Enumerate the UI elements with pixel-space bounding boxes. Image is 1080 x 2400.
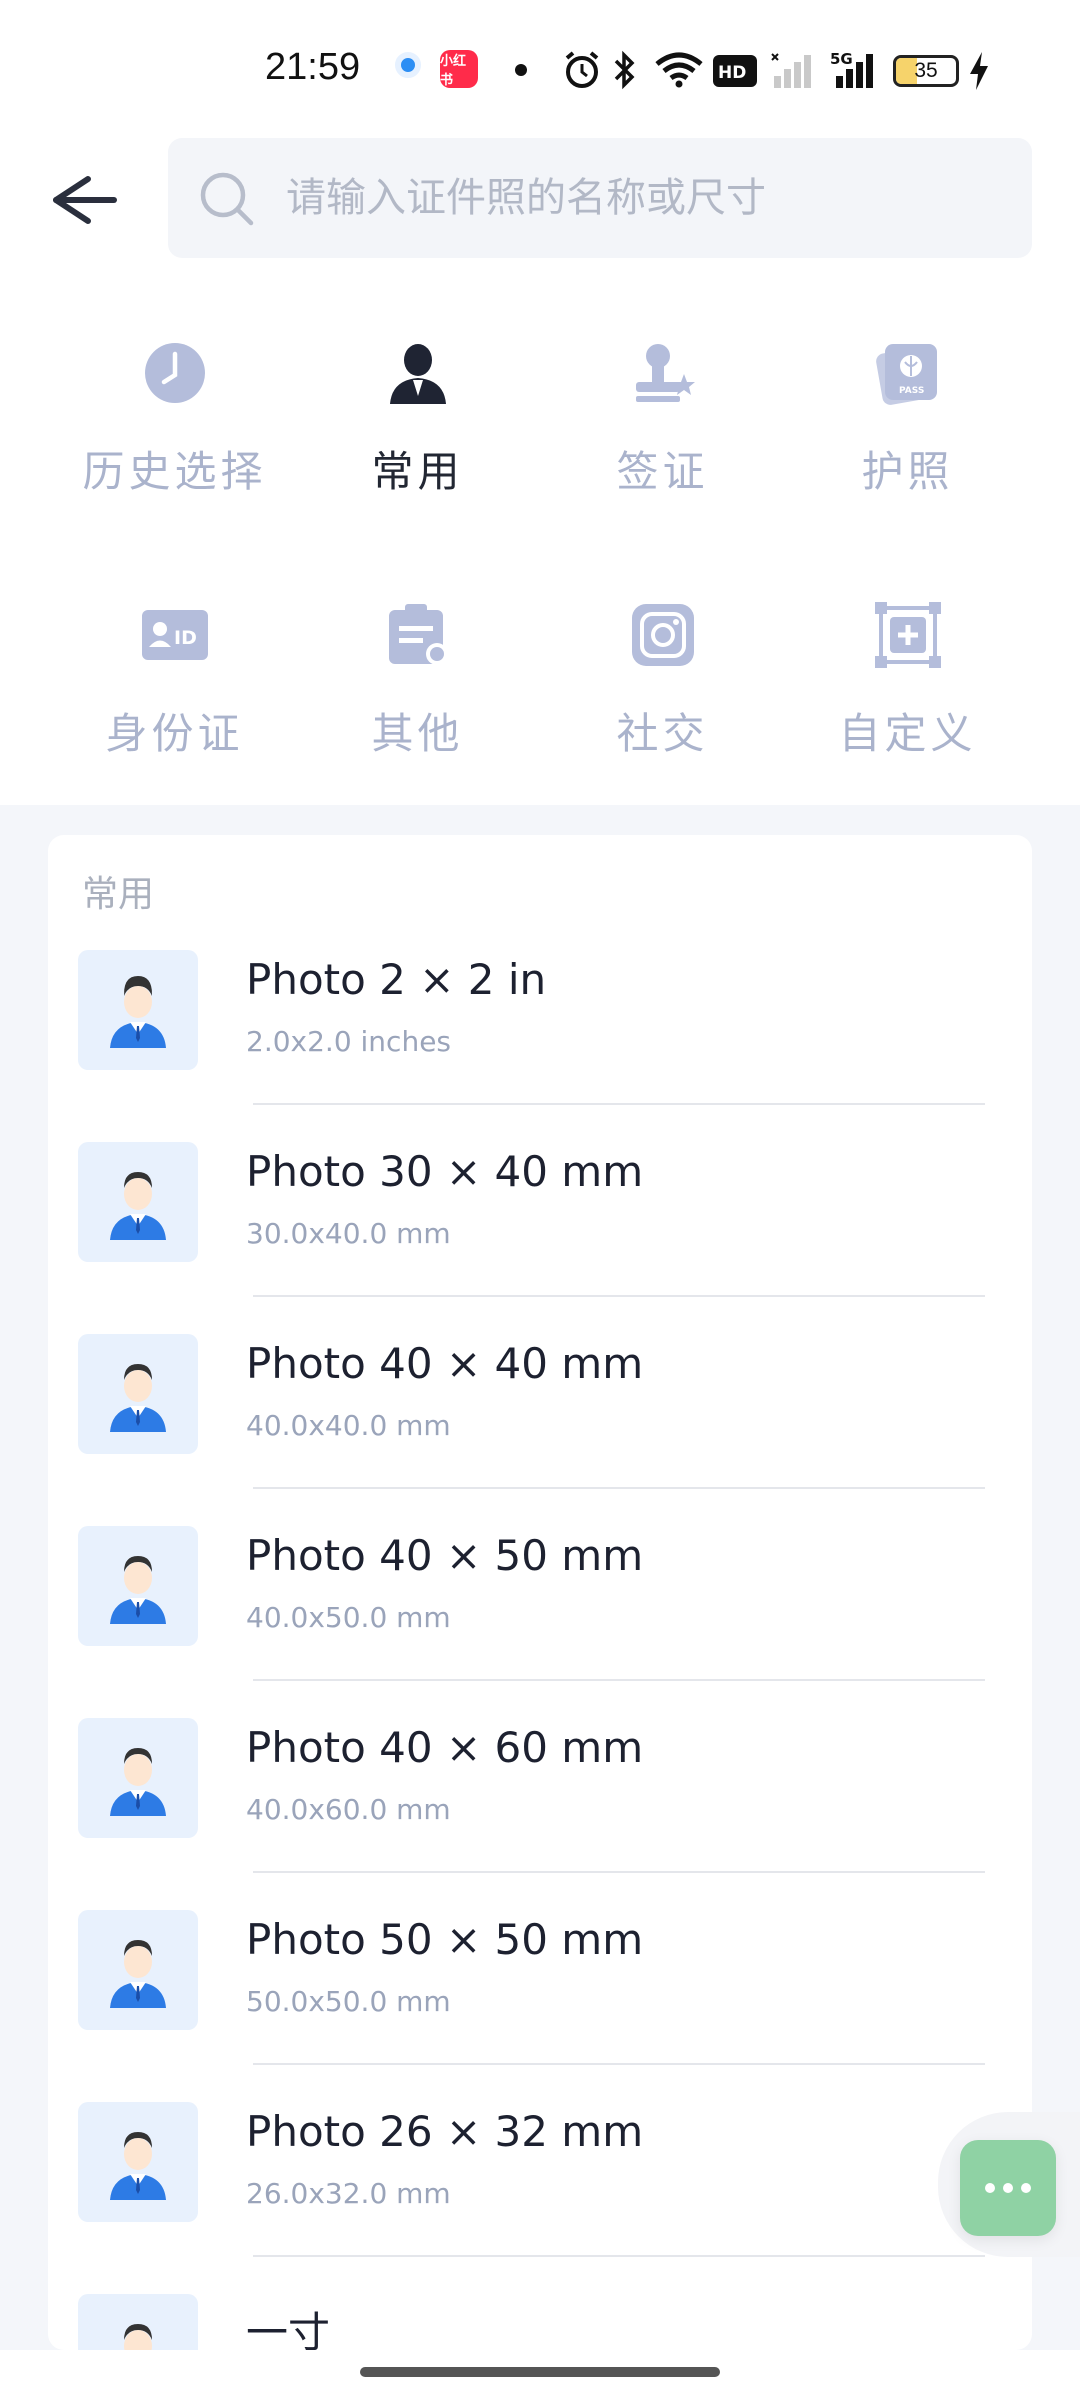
category-visa[interactable]: 签证	[540, 320, 785, 520]
clipboard-icon	[389, 604, 448, 665]
list-item[interactable]: Photo 40 × 40 mm 40.0x40.0 mm	[48, 1219, 1032, 1489]
alarm-icon	[565, 51, 599, 88]
battery-icon: 35	[893, 55, 959, 87]
charging-icon	[970, 52, 988, 90]
category-label: 护照	[861, 447, 954, 496]
history-clock-icon	[145, 343, 205, 403]
wifi-icon	[655, 52, 703, 88]
passport-icon: PASS	[876, 344, 937, 405]
category-social[interactable]: 社交	[540, 582, 785, 782]
category-label: 其他	[371, 709, 464, 758]
list-item[interactable]: Photo 26 × 32 mm 26.0x32.0 mm	[48, 1987, 1032, 2257]
home-indicator[interactable]	[360, 2367, 720, 2377]
battery-level: 35	[914, 59, 938, 82]
category-label: 常用	[371, 447, 464, 496]
item-title: Photo 26 × 32 mm	[246, 2107, 644, 2156]
app-notification-icon	[395, 52, 421, 78]
category-id-card[interactable]: ID 身份证	[52, 582, 297, 782]
category-label: 自定义	[838, 709, 977, 758]
visa-stamp-icon	[636, 344, 695, 402]
category-grid: 历史选择 常用 签证 PASS 护照 ID 身份证 其他 社交 自定义	[0, 320, 1080, 800]
item-title: Photo 40 × 50 mm	[246, 1531, 644, 1580]
item-title: Photo 2 × 2 in	[246, 955, 547, 1004]
category-label: 签证	[616, 447, 709, 496]
search-icon	[200, 172, 254, 226]
status-time: 21:59	[265, 46, 361, 88]
category-other[interactable]: 其他	[295, 582, 540, 782]
list-item[interactable]: Photo 50 × 50 mm 50.0x50.0 mm	[48, 1795, 1032, 2065]
category-common[interactable]: 常用	[295, 320, 540, 520]
signal-icon	[771, 53, 811, 88]
more-button[interactable]	[960, 2140, 1056, 2236]
id-card-icon: ID	[142, 610, 208, 660]
bluetooth-icon	[614, 50, 635, 90]
size-list-card: 常用 Photo 2 × 2 in 2.0x2.0 inches Photo 3…	[48, 835, 1032, 2350]
svg-text:ID: ID	[174, 627, 197, 649]
search-box[interactable]	[168, 138, 1032, 258]
category-custom[interactable]: 自定义	[785, 582, 1030, 782]
item-title: Photo 30 × 40 mm	[246, 1147, 644, 1196]
search-input[interactable]	[286, 138, 1006, 258]
hd-icon: HD	[713, 55, 757, 87]
instagram-icon	[632, 604, 694, 666]
list-item[interactable]: Photo 40 × 50 mm 40.0x50.0 mm	[48, 1411, 1032, 1681]
custom-frame-icon	[875, 602, 941, 668]
item-title: Photo 40 × 40 mm	[246, 1339, 644, 1388]
category-history[interactable]: 历史选择	[52, 320, 297, 520]
category-passport[interactable]: PASS 护照	[785, 320, 1030, 520]
person-avatar-icon	[124, 2324, 152, 2350]
category-label: 社交	[616, 709, 709, 758]
common-person-icon	[390, 344, 446, 404]
list-item[interactable]: Photo 2 × 2 in 2.0x2.0 inches	[48, 835, 1032, 1105]
more-dots-icon	[985, 2183, 1031, 2193]
list-item[interactable]: Photo 40 × 60 mm 40.0x60.0 mm	[48, 1603, 1032, 1873]
thumbnail	[78, 2294, 198, 2350]
category-label: 历史选择	[82, 447, 267, 496]
xiaohongshu-icon: 小红书	[440, 50, 478, 88]
item-title: Photo 40 × 60 mm	[246, 1723, 644, 1772]
item-title: Photo 50 × 50 mm	[246, 1915, 644, 1964]
list-item[interactable]: Photo 30 × 40 mm 30.0x40.0 mm	[48, 1027, 1032, 1297]
svg-text:PASS: PASS	[899, 386, 924, 396]
status-bar: 21:59 小红书 HD 5G 35	[0, 0, 1080, 140]
notification-dot-icon	[515, 64, 527, 76]
svg-text:5G: 5G	[830, 50, 853, 68]
5g-signal-icon: 5G	[830, 50, 873, 88]
category-label: 身份证	[105, 709, 244, 758]
list-item[interactable]: 一寸	[48, 2179, 1032, 2350]
item-title: 一寸	[246, 2308, 331, 2350]
svg-text:HD: HD	[718, 63, 746, 83]
back-arrow-icon[interactable]	[40, 165, 130, 235]
